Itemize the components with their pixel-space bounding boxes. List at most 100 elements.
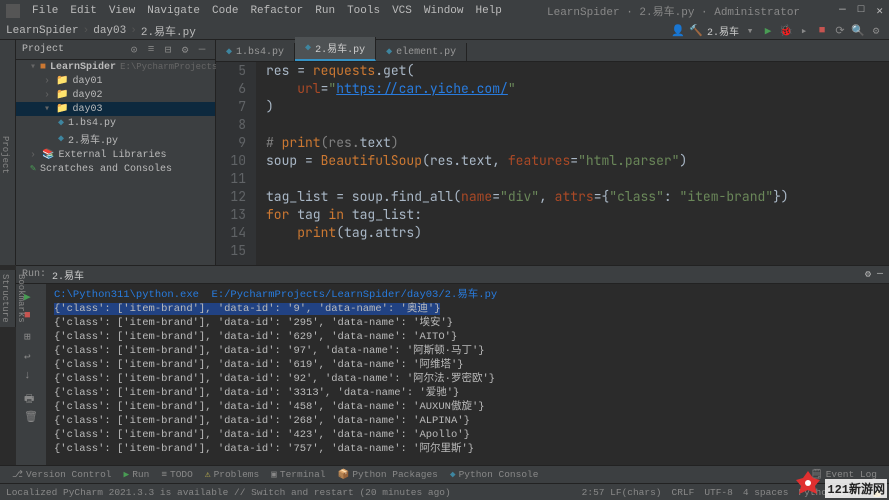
editor-tab-bs4[interactable]: ◆1.bs4.py [216,43,295,61]
window-controls: — □ ✕ [839,4,883,18]
tool-python-console[interactable]: ◆Python Console [444,469,545,480]
console-line: {'class': ['item-brand'], 'data-id': '42… [54,428,881,442]
menu-file[interactable]: File [26,5,64,17]
status-encoding[interactable]: UTF-8 [704,487,733,498]
tree-scratches[interactable]: ✎Scratches and Consoles [16,162,215,176]
menu-run[interactable]: Run [309,5,341,17]
run-tool-window: Run: 2.易车 ⚙ — ▶ ■ ⊞ ↩ ↓ 🖶 🗑 C:\Python311… [16,265,889,465]
code-line[interactable]: url="https://car.yiche.com/" [266,80,889,98]
git-user-icon[interactable]: 👤 [671,24,685,38]
stop-icon[interactable]: ■ [24,310,38,324]
menu-tools[interactable]: Tools [341,5,386,17]
breadcrumb[interactable]: LearnSpider [6,25,79,37]
project-tab[interactable]: Project [0,136,10,174]
tree-root[interactable]: ▾ ■ LearnSpider E:\PycharmProjects\Learn… [16,60,215,74]
print-icon[interactable]: 🖶 [24,390,38,404]
console-command: C:\Python311\python.exe E:/PycharmProjec… [54,288,881,302]
breadcrumb-bar: LearnSpider › day03 › 2.易车.py 👤 🔨 2.易车 ▾… [0,22,889,40]
tree-folder-day02[interactable]: ›📁day02 [16,88,215,102]
status-message[interactable]: Localized PyCharm 2021.3.3 is available … [6,487,451,498]
gear-icon[interactable]: ⚙ [869,24,883,38]
menu-refactor[interactable]: Refactor [244,5,309,17]
watermark-logo-icon [793,468,823,498]
breadcrumb[interactable]: 2.易车.py [141,23,196,39]
breadcrumb[interactable]: day03 [93,25,126,37]
expand-all-icon[interactable]: ≡ [144,43,158,57]
code-line[interactable] [266,242,889,260]
run-config-dropdown[interactable]: 2.易车 [707,24,739,38]
folder-icon: ■ [40,62,46,73]
run-config-name: 2.易车 [52,267,84,283]
code-line[interactable]: print(tag.attrs) [266,224,889,242]
tree-folder-day01[interactable]: ›📁day01 [16,74,215,88]
menu-navigate[interactable]: Navigate [141,5,206,17]
gear-icon[interactable]: ⚙ [178,43,192,57]
tree-external-libs[interactable]: ›📚External Libraries [16,148,215,162]
editor-tab-yiche[interactable]: ◆2.易车.py [295,37,376,61]
code-line[interactable]: # print(res.text) [266,134,889,152]
chevron-down-icon[interactable]: ▾ [743,24,757,38]
soft-wrap-icon[interactable]: ↩ [24,350,38,364]
trash-icon[interactable]: 🗑 [24,410,38,424]
tree-file-yiche[interactable]: ◆2.易车.py [16,130,215,148]
tree-folder-day03[interactable]: ▾📁day03 [16,102,215,116]
structure-tab[interactable]: Structure [0,274,10,323]
code-line[interactable] [266,170,889,188]
code-line[interactable]: ) [266,98,889,116]
git-update-icon[interactable]: ⟳ [833,24,847,38]
left-bottom-tool-tabs: Structure Bookmarks [0,270,16,327]
watermark: 121新游网 [793,468,887,498]
status-line-sep[interactable]: CRLF [672,487,695,498]
debug-icon[interactable]: 🐞 [779,24,793,38]
chevron-down-icon: ▾ [30,61,36,73]
maximize-icon[interactable]: □ [858,4,865,18]
menu-view[interactable]: View [103,5,141,17]
tool-python-packages[interactable]: 📦Python Packages [332,469,444,480]
tool-run[interactable]: ▶Run [117,469,155,480]
rerun-icon[interactable]: ▶ [24,290,38,304]
menu-window[interactable]: Window [418,5,470,17]
bookmarks-tab[interactable]: Bookmarks [16,274,26,323]
gear-icon[interactable]: ⚙ [865,269,871,281]
menu-code[interactable]: Code [206,5,244,17]
scroll-to-end-icon[interactable]: ↓ [24,370,38,384]
watermark-text: 121新游网 [825,479,887,498]
console-line: {'class': ['item-brand'], 'data-id': '9'… [54,302,881,316]
tool-problems[interactable]: ⚠Problems [199,469,265,480]
code-editor[interactable]: 56789101112131415 res = requests.get( ur… [216,62,889,265]
console-line: {'class': ['item-brand'], 'data-id': '45… [54,400,881,414]
menu-help[interactable]: Help [470,5,508,17]
status-indent[interactable]: 4 spaces [743,487,789,498]
project-panel-title: Project [22,44,64,55]
code-line[interactable]: for tag in tag_list: [266,206,889,224]
search-icon[interactable]: 🔍 [851,24,865,38]
console-output[interactable]: C:\Python311\python.exe E:/PycharmProjec… [46,284,889,465]
select-open-file-icon[interactable]: ⊙ [127,43,141,57]
layout-icon[interactable]: ⊞ [24,330,38,344]
console-line: {'class': ['item-brand'], 'data-id': '92… [54,372,881,386]
status-cursor-pos[interactable]: 2:57 LF(chars) [582,487,662,498]
console-line: {'class': ['item-brand'], 'data-id': '29… [54,316,881,330]
left-tool-tabs: Project [0,40,16,265]
console-line: {'class': ['item-brand'], 'data-id': '33… [54,386,881,400]
menu-edit[interactable]: Edit [64,5,102,17]
play-icon[interactable]: ▶ [761,24,775,38]
stop-icon[interactable]: ■ [815,24,829,38]
menu-vcs[interactable]: VCS [386,5,418,17]
code-line[interactable]: soup = BeautifulSoup(res.text, features=… [266,152,889,170]
code-line[interactable] [266,116,889,134]
more-run-icon[interactable]: ▸ [797,24,811,38]
tool-todo[interactable]: ≡TODO [155,469,199,480]
collapse-all-icon[interactable]: ⊟ [161,43,175,57]
editor-tab-element[interactable]: ◆element.py [376,43,467,61]
hide-panel-icon[interactable]: — [877,269,883,280]
hide-panel-icon[interactable]: — [195,43,209,57]
close-icon[interactable]: ✕ [876,4,883,18]
tool-version-control[interactable]: ⎇Version Control [6,469,117,480]
code-line[interactable]: res = requests.get( [266,62,889,80]
tool-terminal[interactable]: ▣Terminal [265,469,331,480]
hammer-icon[interactable]: 🔨 [689,24,703,38]
minimize-icon[interactable]: — [839,4,846,18]
code-line[interactable]: tag_list = soup.find_all(name="div", att… [266,188,889,206]
tree-file-bs4[interactable]: ◆1.bs4.py [16,116,215,130]
